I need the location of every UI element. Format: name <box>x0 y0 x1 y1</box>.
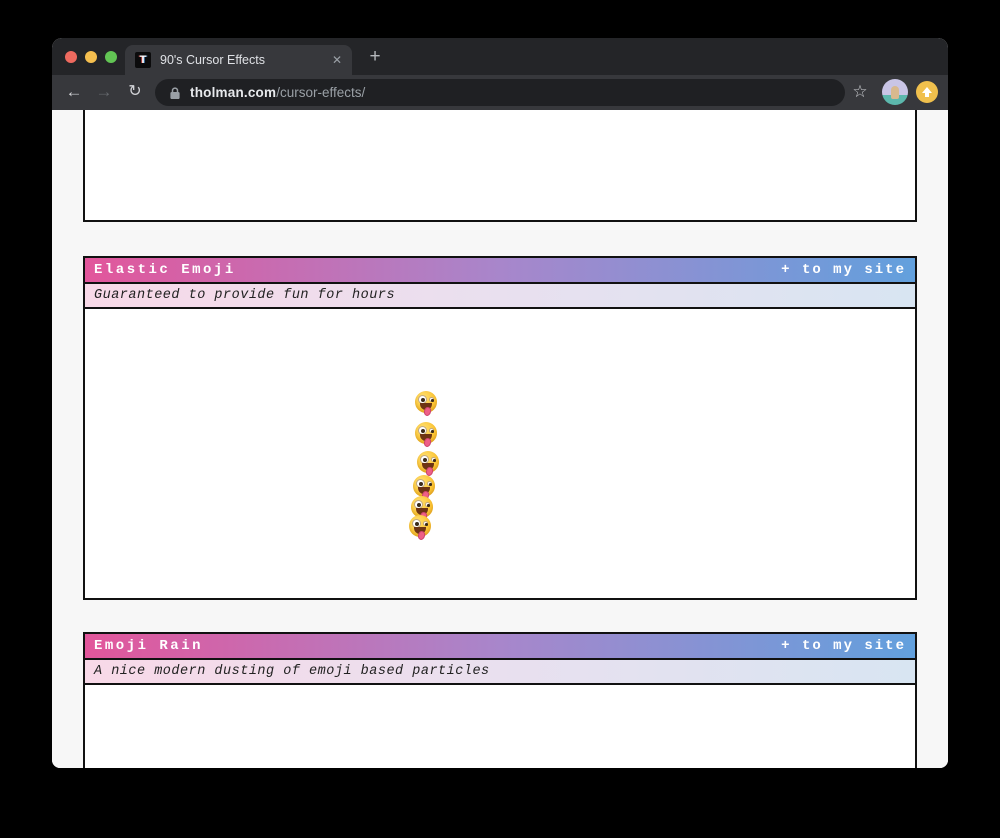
back-icon[interactable]: ← <box>62 80 86 104</box>
url-host: tholman.com <box>190 85 277 100</box>
section-emoji-rain: Emoji Rain + to my site A nice modern du… <box>83 632 917 768</box>
zany-face-emoji <box>415 391 437 417</box>
close-window-button[interactable] <box>65 51 77 63</box>
section-subtitle: Guaranteed to provide fun for hours <box>85 284 915 309</box>
zany-face-emoji <box>415 422 437 448</box>
minimize-window-button[interactable] <box>85 51 97 63</box>
arrow-up-icon <box>922 87 932 97</box>
url-path: /cursor-effects/ <box>276 85 366 100</box>
zany-face-emoji <box>413 475 435 501</box>
profile-avatar[interactable] <box>882 79 908 105</box>
add-to-my-site-link[interactable]: + to my site <box>781 262 906 278</box>
zoom-window-button[interactable] <box>105 51 117 63</box>
section-elastic-emoji: Elastic Emoji + to my site Guaranteed to… <box>83 256 917 600</box>
section-subtitle-text: Guaranteed to provide fun for hours <box>94 288 396 303</box>
reload-icon[interactable]: ↻ <box>123 80 147 104</box>
forward-icon: → <box>95 82 113 101</box>
section-subtitle-text: A nice modern dusting of emoji based par… <box>94 664 490 679</box>
section-subtitle: A nice modern dusting of emoji based par… <box>85 660 915 685</box>
section-title: Elastic Emoji <box>94 262 236 278</box>
bookmark-star-icon[interactable]: ☆ <box>848 80 872 104</box>
section-header: Emoji Rain + to my site <box>85 634 915 660</box>
zany-face-emoji <box>409 515 431 541</box>
zany-face-emoji <box>417 451 439 477</box>
add-to-my-site-link[interactable]: + to my site <box>781 638 906 654</box>
browser-window: T 90's Cursor Effects ✕ + ← → ↻ tholman.… <box>52 38 948 768</box>
rain-demo-area[interactable] <box>85 685 915 768</box>
avatar-figure <box>891 86 899 99</box>
lock-icon <box>169 86 181 100</box>
page-content: Elastic Emoji + to my site Guaranteed to… <box>52 110 948 768</box>
section-title: Emoji Rain <box>94 638 204 654</box>
previous-section-demo-area[interactable] <box>83 110 917 222</box>
elastic-demo-area[interactable] <box>85 309 915 598</box>
new-tab-button[interactable]: + <box>364 46 386 68</box>
browser-toolbar: ← → ↻ tholman.com /cursor-effects/ ☆ <box>52 75 948 110</box>
tab-cursor-effects[interactable]: T 90's Cursor Effects ✕ <box>125 45 352 75</box>
chrome-update-button[interactable] <box>916 81 938 103</box>
site-favicon-icon: T <box>135 52 151 68</box>
tab-strip: T 90's Cursor Effects ✕ + <box>52 38 948 75</box>
tab-title: 90's Cursor Effects <box>160 53 265 67</box>
screenshot-stage: T 90's Cursor Effects ✕ + ← → ↻ tholman.… <box>0 0 1000 838</box>
tab-close-icon[interactable]: ✕ <box>332 53 342 67</box>
section-header: Elastic Emoji + to my site <box>85 258 915 284</box>
address-bar[interactable]: tholman.com /cursor-effects/ <box>155 79 845 106</box>
